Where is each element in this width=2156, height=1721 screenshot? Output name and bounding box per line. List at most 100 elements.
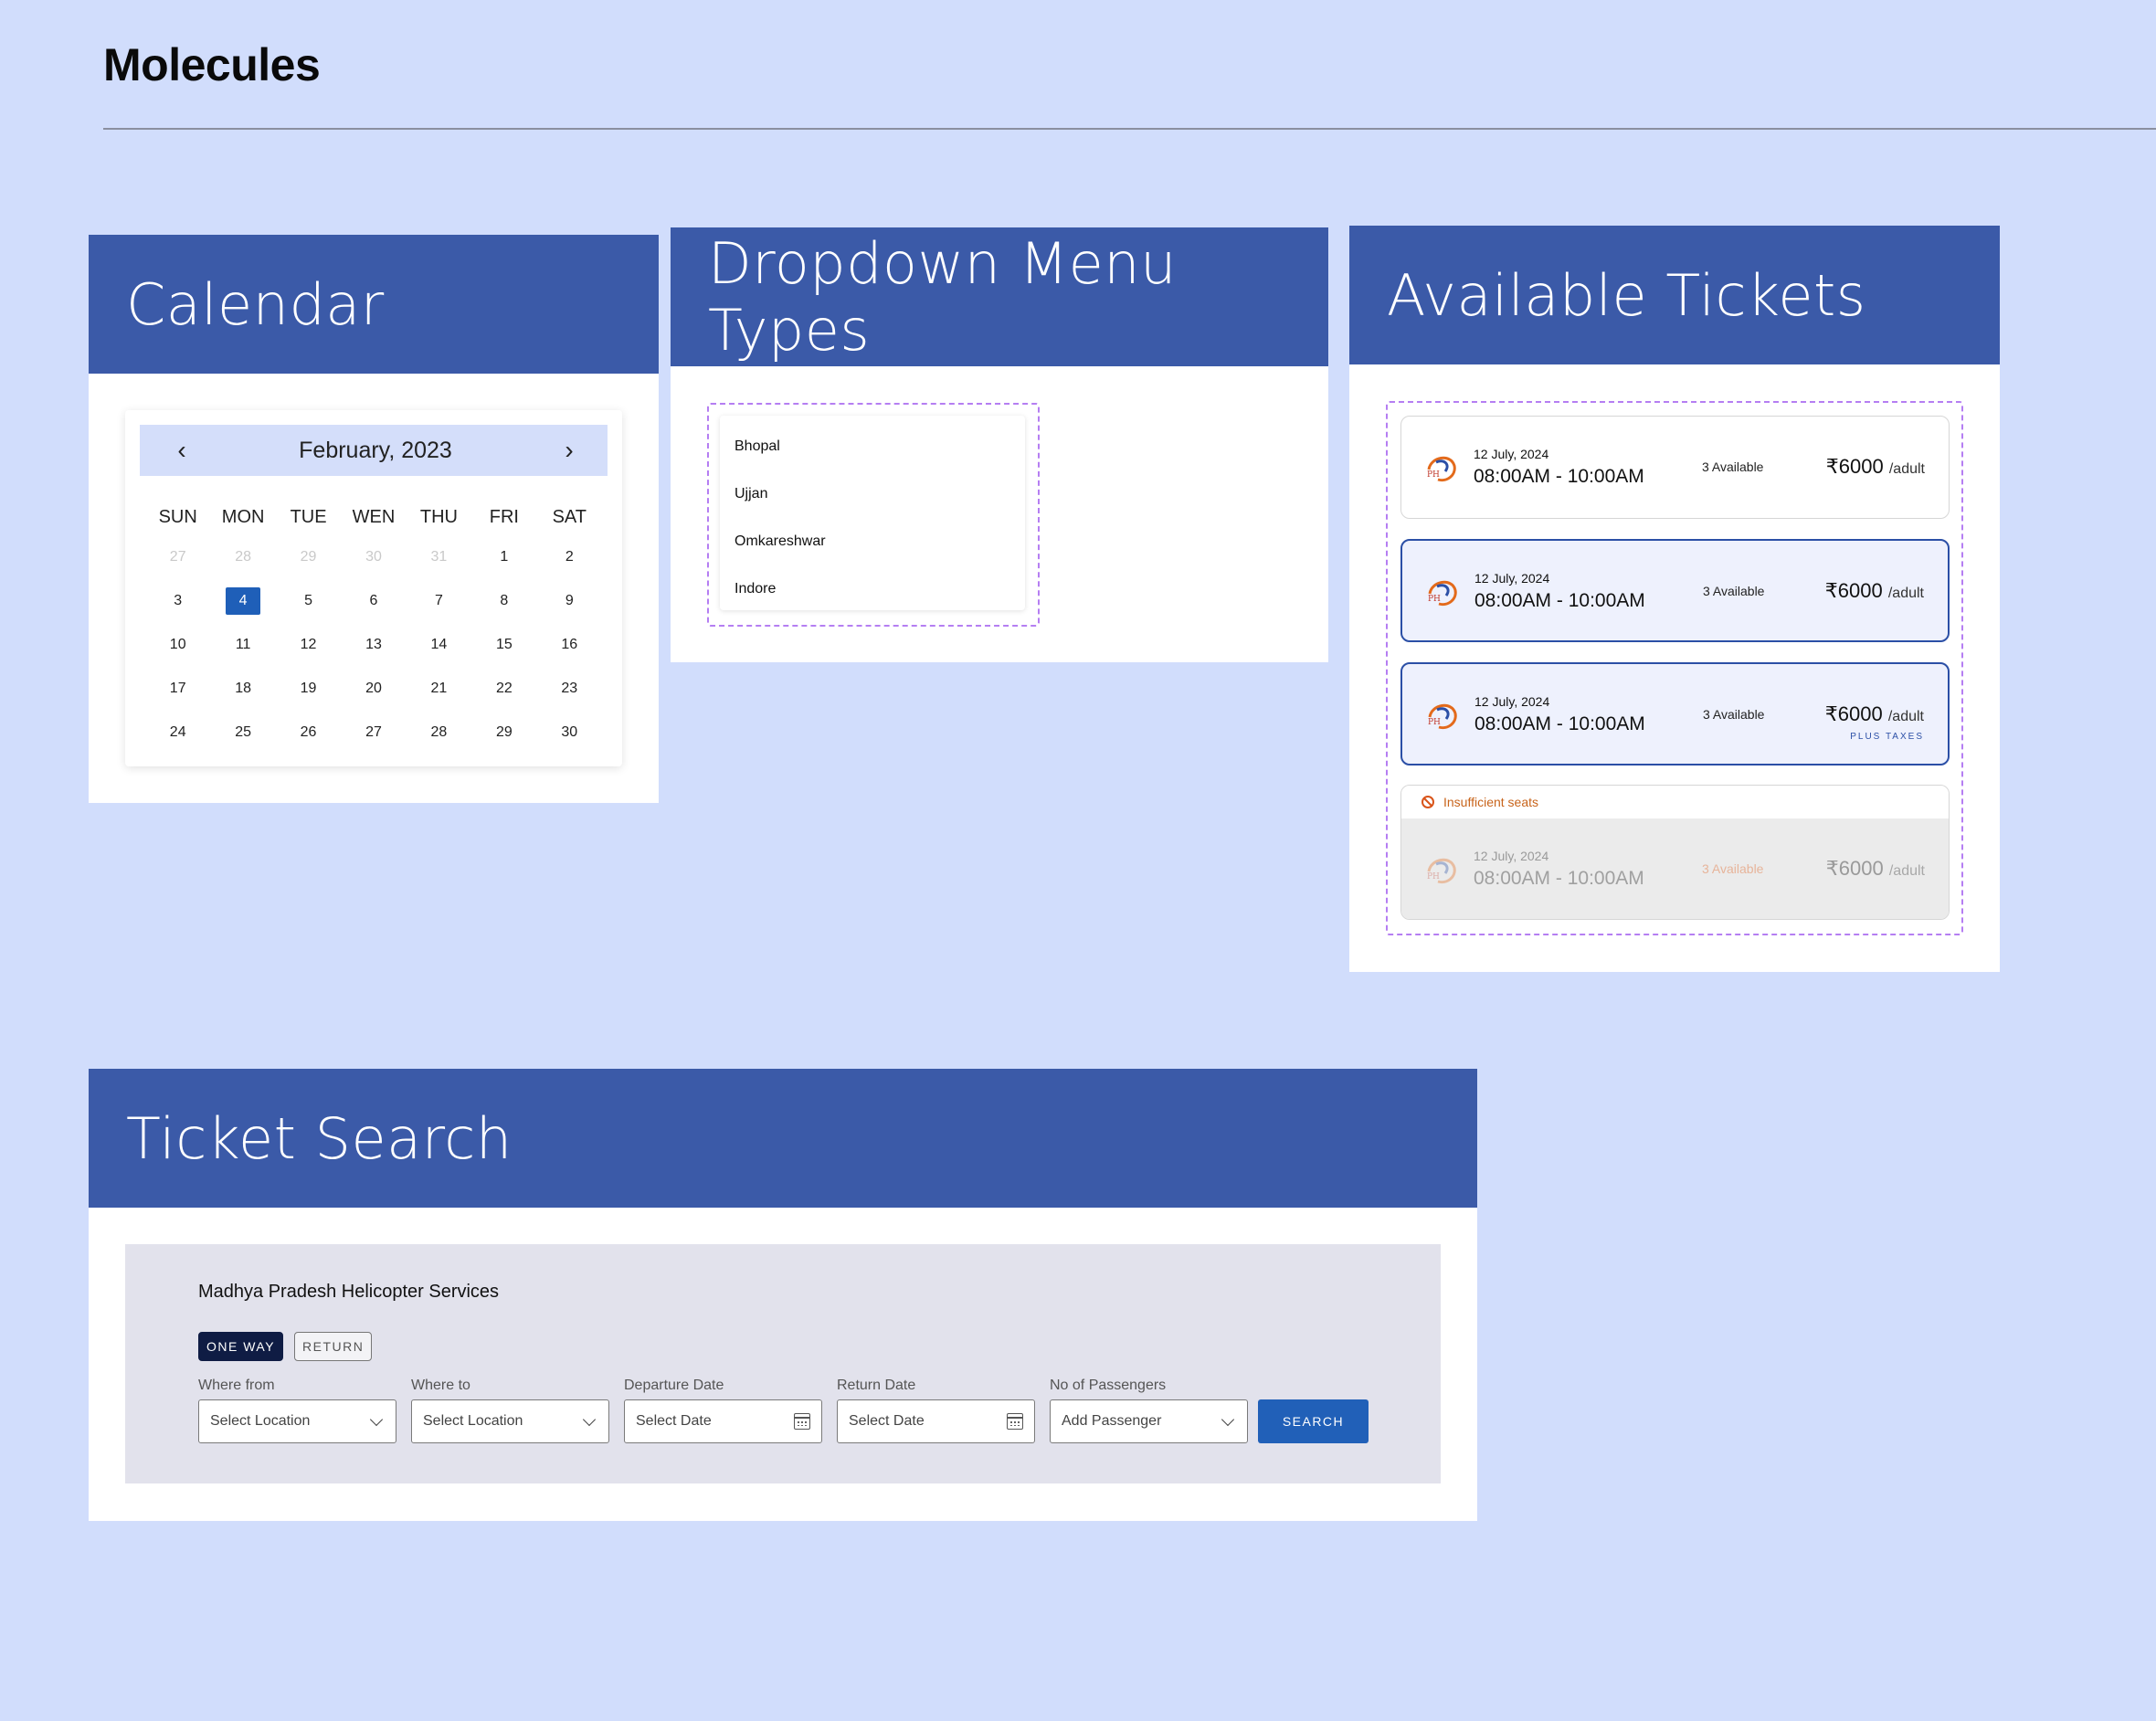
helicopter-logo-icon: PH: [1428, 580, 1457, 607]
calendar-day[interactable]: 13: [341, 637, 406, 681]
calendar-day[interactable]: 20: [341, 681, 406, 724]
calendar-day[interactable]: 12: [276, 637, 341, 681]
ticket-card-selected[interactable]: PH 12 July, 2024 08:00AM - 10:00AM 3 Availa…: [1400, 662, 1950, 765]
service-title: Madhya Pradesh Helicopter Services: [198, 1282, 500, 1302]
calendar-day[interactable]: 22: [471, 681, 536, 724]
field-input[interactable]: Select Date: [624, 1399, 822, 1443]
calendar-day[interactable]: 23: [537, 681, 602, 724]
calendar-day-number: 18: [235, 681, 252, 696]
calendar-day[interactable]: 7: [407, 593, 471, 637]
calendar-panel-heading: Calendar: [89, 235, 659, 374]
dropdown-option[interactable]: Omkareshwar: [720, 529, 1025, 576]
prohibited-icon: [1421, 796, 1434, 808]
calendar-day[interactable]: 27: [145, 549, 210, 593]
calendar-day[interactable]: 19: [276, 681, 341, 724]
weekday-label: SUN: [158, 507, 197, 527]
dropdown-option[interactable]: Ujjan: [720, 481, 1025, 529]
calendar-day[interactable]: 2: [537, 549, 602, 593]
calendar-day[interactable]: 26: [276, 724, 341, 768]
calendar-day-number: 26: [300, 724, 317, 740]
field-input[interactable]: Select Location: [198, 1399, 396, 1443]
ticket-search-panel-heading: Ticket Search: [89, 1069, 1477, 1208]
ticket-price: ₹6000 /adult: [1825, 455, 1925, 478]
calendar-day-number: 30: [365, 549, 382, 565]
calendar-day[interactable]: 3: [145, 593, 210, 637]
calendar-day[interactable]: 24: [145, 724, 210, 768]
calendar-day-number: 24: [169, 724, 186, 740]
calendar-day[interactable]: 6: [341, 593, 406, 637]
field-input[interactable]: Select Date: [837, 1399, 1035, 1443]
calendar-day[interactable]: 18: [210, 681, 275, 724]
calendar-day[interactable]: 5: [276, 593, 341, 637]
calendar-day-number: 23: [561, 681, 578, 696]
calendar-day[interactable]: 10: [145, 637, 210, 681]
dropdown-option[interactable]: Indore: [720, 576, 1025, 624]
return-date-field: Return Date Select Date: [837, 1378, 1035, 1443]
one-way-toggle[interactable]: ONE WAY: [198, 1332, 284, 1361]
field-placeholder: Add Passenger: [1062, 1413, 1162, 1429]
ticket-list-outline: PH 12 July, 2024 08:00AM - 10:00AM 3 Availa…: [1386, 401, 1963, 935]
calendar-panel: Calendar ‹ February, 2023 › SUN MON TUE WEN…: [89, 235, 659, 803]
ticket-card[interactable]: PH 12 July, 2024 08:00AM - 10:00AM 3 Availa…: [1400, 416, 1950, 519]
calendar-day[interactable]: 28: [407, 724, 471, 768]
where-from-field: Where from Select Location: [198, 1378, 396, 1443]
previous-month-icon[interactable]: ‹: [171, 436, 193, 465]
calendar-day[interactable]: 30: [537, 724, 602, 768]
helicopter-logo-icon: PH: [1427, 858, 1456, 884]
calendar-day-number: 31: [430, 549, 448, 565]
ticket-price: ₹6000 /adult: [1824, 702, 1924, 725]
dropdown-option[interactable]: Bhopal: [720, 434, 1025, 481]
calendar-day[interactable]: 17: [145, 681, 210, 724]
search-button[interactable]: SEARCH: [1258, 1399, 1369, 1443]
calendar-day[interactable]: 29: [471, 724, 536, 768]
calendar-day[interactable]: 1: [471, 549, 536, 593]
chevron-down-icon: [1221, 1412, 1235, 1426]
calendar-icon: [794, 1413, 810, 1430]
calendar-day-number: 21: [430, 681, 448, 696]
dropdown-panel: Dropdown Menu Types Bhopal Ujjan Omkareshw…: [671, 227, 1328, 662]
ticket-search-panel: Ticket Search Madhya Pradesh Helicopter …: [89, 1069, 1477, 1521]
calendar-widget: ‹ February, 2023 › SUN MON TUE WEN THU FRI SAT…: [125, 410, 622, 766]
field-input[interactable]: Select Location: [411, 1399, 609, 1443]
ticket-time: 08:00AM - 10:00AM: [1474, 466, 1644, 487]
svg-text:PH: PH: [1427, 872, 1440, 882]
calendar-day[interactable]: 30: [341, 549, 406, 593]
calendar-day-selected[interactable]: 4: [210, 587, 275, 637]
calendar-day[interactable]: 29: [276, 549, 341, 593]
calendar-day[interactable]: 21: [407, 681, 471, 724]
calendar-day-number: 22: [495, 681, 513, 696]
plus-taxes-note: PLUS TAXES: [1850, 732, 1924, 742]
ticket-search-form: Madhya Pradesh Helicopter Services ONE W…: [125, 1244, 1441, 1483]
calendar-day-number: 25: [235, 724, 252, 740]
svg-text:PH: PH: [1428, 595, 1441, 604]
calendar-day[interactable]: 9: [537, 593, 602, 637]
calendar-day-number: 8: [500, 593, 509, 608]
calendar-day[interactable]: 15: [471, 637, 536, 681]
return-toggle[interactable]: RETURN: [294, 1332, 373, 1361]
field-label: No of Passengers: [1050, 1378, 1167, 1393]
calendar-day[interactable]: 16: [537, 637, 602, 681]
calendar-day-number: 14: [430, 637, 448, 652]
field-placeholder: Select Location: [423, 1413, 523, 1429]
calendar-day-number: 28: [235, 549, 252, 565]
weekday-label: MON: [221, 507, 265, 527]
chevron-down-icon: [582, 1412, 597, 1426]
calendar-day-number: 12: [300, 637, 317, 652]
field-input[interactable]: Add Passenger: [1050, 1399, 1248, 1443]
ticket-availability: 3 Available: [1703, 584, 1765, 598]
calendar-day[interactable]: 14: [407, 637, 471, 681]
calendar-day-number: 1: [500, 549, 509, 565]
calendar-day[interactable]: 27: [341, 724, 406, 768]
calendar-day[interactable]: 31: [407, 549, 471, 593]
dropdown-menu: Bhopal Ujjan Omkareshwar Indore: [720, 416, 1025, 610]
calendar-day[interactable]: 11: [210, 637, 275, 681]
svg-text:PH: PH: [1428, 718, 1441, 727]
ticket-card-selected[interactable]: PH 12 July, 2024 08:00AM - 10:00AM 3 Availa…: [1400, 539, 1950, 642]
calendar-day[interactable]: 28: [210, 549, 275, 593]
weekday-label: TUE: [290, 507, 327, 527]
calendar-day[interactable]: 8: [471, 593, 536, 637]
calendar-day[interactable]: 25: [210, 724, 275, 768]
next-month-icon[interactable]: ›: [558, 436, 580, 465]
warning-text: Insufficient seats: [1443, 795, 1539, 809]
calendar-month-label: February, 2023: [299, 437, 452, 463]
